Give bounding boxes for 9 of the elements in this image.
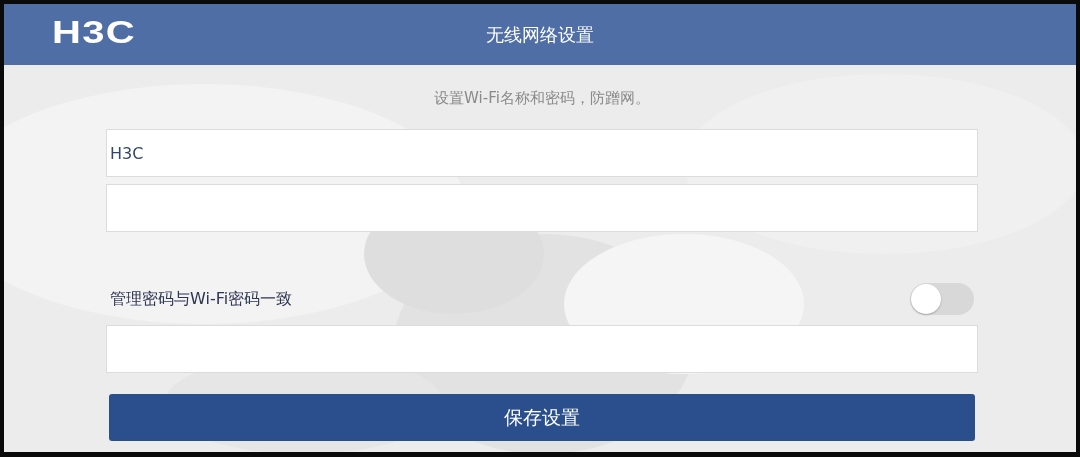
subtitle: 设置Wi-Fi名称和密码，防蹭网。 [434,89,650,108]
toggle-label: 管理密码与Wi-Fi密码一致 [110,288,293,310]
page-title: 无线网络设置 [486,22,594,47]
logo: H3C [52,14,136,51]
input-field[interactable]: H3C [106,129,978,177]
input-field[interactable] [106,325,978,373]
toggle-switch[interactable] [910,283,974,315]
save-button[interactable]: 保存设置 [109,394,975,441]
input-field[interactable] [106,184,978,232]
